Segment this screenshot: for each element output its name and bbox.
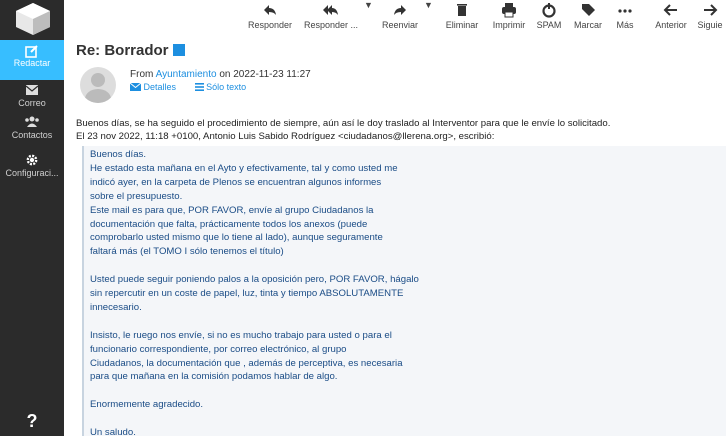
- chevron-down-icon[interactable]: ▼: [364, 0, 373, 36]
- sidebar-item-settings[interactable]: Configuraci...: [0, 150, 64, 190]
- sidebar-item-compose[interactable]: Redactar: [0, 40, 64, 80]
- quote-line: Un saludo.: [90, 427, 136, 439]
- app-logo[interactable]: [14, 2, 52, 36]
- contacts-icon: [0, 112, 64, 130]
- print-button[interactable]: Imprimir: [488, 0, 530, 36]
- quote-line: para que mañana en la comisión podamos h…: [90, 371, 338, 383]
- quote-line: sobre el presupuesto.: [90, 190, 183, 202]
- quote-line: sin repercutir en un coste de papel, luz…: [90, 288, 404, 300]
- forward-icon: [378, 0, 422, 20]
- sidebar-item-label: Contactos: [11, 130, 53, 140]
- delete-button[interactable]: Eliminar: [440, 0, 484, 36]
- header-links: Detalles Sólo texto: [129, 82, 262, 92]
- quote-line: Buenos días.: [90, 149, 147, 160]
- arrow-left-icon: [650, 0, 692, 20]
- message-subject: Re: Borrador: [76, 42, 185, 59]
- quote-attribution: El 23 nov 2022, 11:18 +0100, Antonio Lui…: [76, 131, 495, 142]
- from-line: From Ayuntamiento on 2022-11-23 11:27: [130, 69, 311, 80]
- reply-all-button[interactable]: Responder ...: [300, 0, 362, 36]
- quote-line: Insisto, le ruego nos envíe, si no es mu…: [90, 329, 392, 341]
- quoted-message: Buenos días. He estado esta mañana en el…: [82, 146, 726, 438]
- quote-line: faltará más (el TOMO I sólo tenemos el t…: [90, 246, 284, 258]
- sidebar-item-label: Configuraci...: [5, 168, 59, 178]
- more-icon: [610, 0, 640, 20]
- body-line: Buenos días, se ha seguido el procedimie…: [76, 118, 611, 129]
- previous-button[interactable]: Anterior: [650, 0, 692, 36]
- quote-line: indicó ayer, en la carpeta de Plenos se …: [90, 176, 382, 188]
- sidebar-item-label: Correo: [18, 98, 46, 108]
- quote-line: Este mail es para que, POR FAVOR, envíe …: [90, 204, 374, 216]
- help-button[interactable]: ?: [0, 411, 64, 432]
- sidebar: Redactar Correo Contactos Configuraci...…: [0, 0, 64, 436]
- envelope-icon: [129, 82, 142, 91]
- gear-icon: [0, 150, 64, 168]
- sidebar-item-label: Redactar: [13, 58, 51, 68]
- quote-line: Usted puede seguir poniendo palos a la o…: [90, 274, 419, 286]
- tag-icon: [568, 0, 608, 20]
- avatar: [80, 67, 116, 103]
- next-button[interactable]: Siguie: [694, 0, 726, 36]
- compose-icon: [0, 40, 64, 58]
- lines-icon: [194, 83, 204, 91]
- quote-line: comprobarlo usted mismo que lo tiene al …: [90, 232, 383, 244]
- reply-icon: [244, 0, 296, 20]
- spam-icon: [532, 0, 566, 20]
- arrow-right-icon: [694, 0, 726, 20]
- printer-icon: [488, 0, 530, 20]
- plain-text-link[interactable]: Sólo texto: [194, 82, 255, 92]
- quote-line: documentación que falta, prácticamente t…: [90, 218, 368, 230]
- reply-all-icon: [300, 0, 362, 20]
- sender-link[interactable]: Ayuntamiento: [156, 69, 217, 80]
- toolbar: Responder Responder ... ▼ Reenviar ▼ Eli…: [64, 0, 726, 36]
- trash-icon: [440, 0, 484, 20]
- reply-button[interactable]: Responder: [244, 0, 296, 36]
- mark-button[interactable]: Marcar: [568, 0, 608, 36]
- quote-line: Ciudadanos, la documentación que , ademá…: [90, 357, 403, 369]
- quote-line: Enormemente agradecido.: [90, 399, 204, 411]
- spam-button[interactable]: SPAM: [532, 0, 566, 36]
- quote-line: innecesario.: [90, 301, 142, 313]
- quote-line: funcionario correspondiente, por correo …: [90, 343, 347, 355]
- sidebar-item-contacts[interactable]: Contactos: [0, 112, 64, 152]
- chevron-down-icon[interactable]: ▼: [424, 0, 433, 36]
- quote-line: He estado esta mañana en el Ayto y efect…: [90, 162, 398, 174]
- more-button[interactable]: Más: [610, 0, 640, 36]
- details-link[interactable]: Detalles: [129, 82, 187, 92]
- mail-icon: [0, 80, 64, 98]
- forward-button[interactable]: Reenviar: [378, 0, 422, 36]
- edit-icon[interactable]: [172, 44, 185, 56]
- message-body: Buenos días, se ha seguido el procedimie…: [76, 117, 610, 143]
